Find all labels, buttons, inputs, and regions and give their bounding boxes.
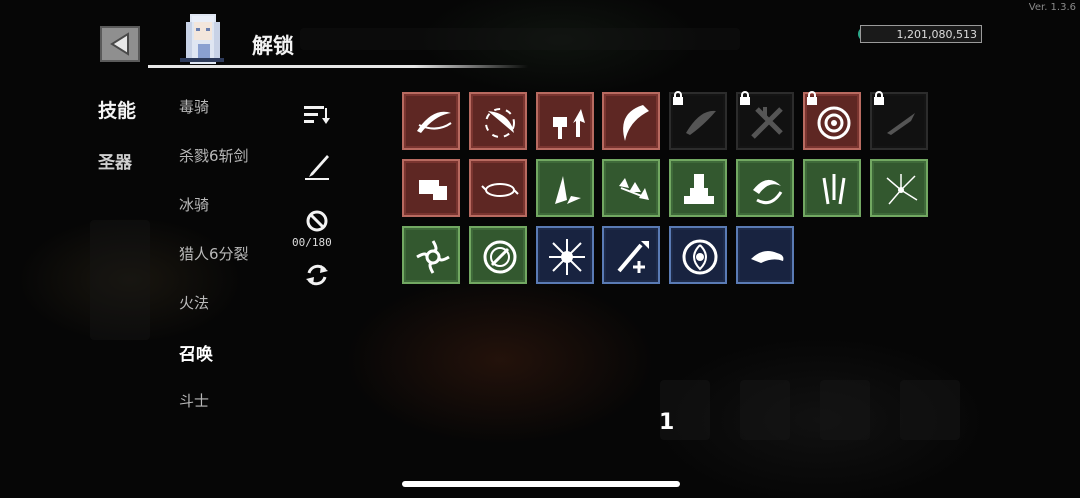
lock-icon: [740, 91, 750, 105]
summon-statue-icon: [684, 174, 714, 204]
clear-button[interactable]: [303, 208, 331, 234]
skill-slot[interactable]: [402, 159, 460, 217]
fist-punch-icon: [419, 180, 447, 200]
shadow-quill-icon: [887, 113, 915, 135]
skill-slot[interactable]: [870, 159, 928, 217]
lock-icon: [673, 91, 683, 105]
skill-slot[interactable]: [402, 226, 460, 284]
background-menu-button: [820, 380, 870, 440]
category-tab-skills[interactable]: 技能: [98, 96, 136, 123]
background-side-panel: [90, 220, 150, 340]
vortex-ring-icon: [682, 239, 718, 275]
sort-button[interactable]: [302, 102, 332, 128]
crack-burst-icon: [886, 174, 918, 205]
quill-icon: [305, 155, 329, 180]
claw-swirl-icon: [753, 179, 783, 205]
daggers-rain-icon: [822, 174, 846, 205]
refresh-button[interactable]: [302, 260, 332, 290]
page-number: 1: [659, 410, 675, 435]
blade-spin-icon: [485, 108, 515, 138]
background-menu-button: [740, 380, 790, 440]
back-arrow-icon: [110, 32, 129, 56]
currency-counter: 1,201,080,513: [860, 25, 982, 43]
build-item[interactable]: 毒骑: [179, 96, 209, 117]
build-item[interactable]: 斗士: [179, 390, 209, 411]
chain-stars-icon: [619, 178, 649, 200]
build-item-selected[interactable]: 召唤: [179, 340, 213, 365]
skill-slot[interactable]: [602, 92, 660, 150]
skill-slot[interactable]: [736, 159, 794, 217]
rune-circle-icon: [483, 240, 517, 274]
shadow-feather-icon: [686, 110, 716, 135]
shuriken-icon: [416, 240, 450, 274]
frost-burst-icon: [549, 239, 585, 275]
ground-spike-icon: [555, 176, 581, 204]
whirlwind-icon: [481, 183, 519, 197]
skill-slot[interactable]: [602, 159, 660, 217]
shattered-cross-icon: [751, 107, 783, 139]
skill-slot[interactable]: [803, 159, 861, 217]
lock-icon: [807, 91, 817, 105]
home-indicator[interactable]: [402, 481, 680, 487]
prohibited-icon: [306, 210, 328, 232]
edit-button[interactable]: [302, 152, 332, 182]
target-orb-icon: [817, 106, 851, 140]
sword-boost-icon: [617, 241, 649, 273]
version-label: Ver. 1.3.6: [1028, 2, 1076, 13]
skill-slot[interactable]: [736, 226, 794, 284]
crescent-strike-icon: [623, 105, 649, 141]
skill-slot[interactable]: [469, 159, 527, 217]
background-shop-cart: [900, 380, 960, 440]
build-item[interactable]: 杀戮6斩剑: [179, 145, 249, 166]
skill-slot[interactable]: [669, 226, 727, 284]
skill-slot[interactable]: [536, 159, 594, 217]
slash-arc-icon: [417, 111, 452, 133]
skill-slot[interactable]: [402, 92, 460, 150]
hammer-upgrade-icon: [553, 109, 585, 139]
page-title: 解锁: [252, 34, 294, 58]
skill-slot[interactable]: [602, 226, 660, 284]
skill-slot[interactable]: [536, 92, 594, 150]
character-avatar: [180, 14, 224, 64]
skill-slot[interactable]: [469, 226, 527, 284]
build-item[interactable]: 猎人6分裂: [179, 243, 249, 264]
title-underline: [148, 65, 528, 68]
refresh-icon: [306, 264, 328, 286]
background-hud-strip: [300, 28, 740, 50]
skill-slot[interactable]: [536, 226, 594, 284]
build-item[interactable]: 火法: [179, 292, 209, 313]
skill-slot[interactable]: [669, 159, 727, 217]
dash-wave-icon: [751, 251, 784, 263]
category-tab-artifacts[interactable]: 圣器: [98, 148, 132, 173]
selection-counter: 00/180: [292, 236, 332, 249]
lock-icon: [874, 91, 884, 105]
skill-slot[interactable]: [469, 92, 527, 150]
back-button[interactable]: [100, 26, 140, 62]
sort-icon: [304, 106, 330, 124]
build-item[interactable]: 冰骑: [179, 194, 209, 215]
